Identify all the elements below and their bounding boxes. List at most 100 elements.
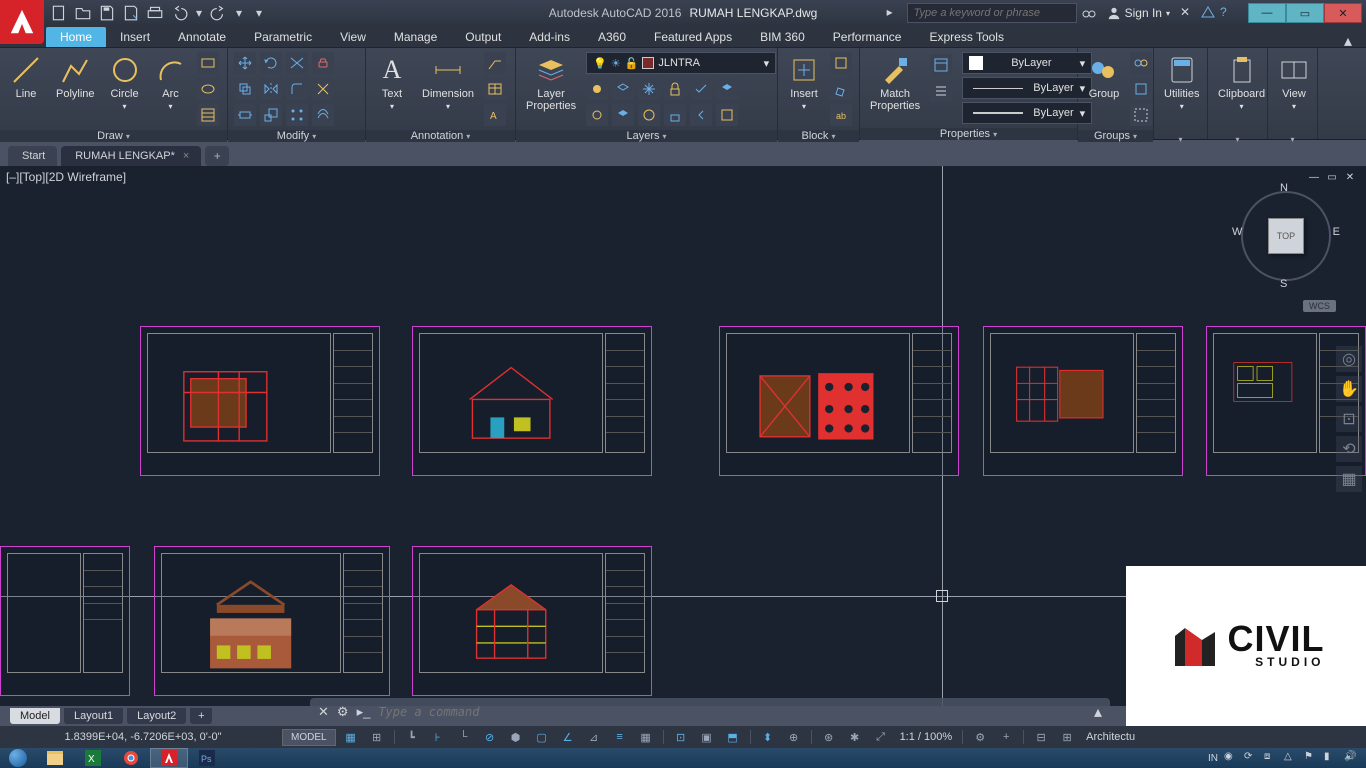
model-paper-toggle[interactable]: MODEL [282,729,336,746]
layer-off-icon[interactable] [586,78,608,100]
layer-iso-icon[interactable] [612,78,634,100]
move-icon[interactable] [234,52,256,74]
annotation-monitor-icon[interactable]: + [995,728,1017,746]
annotation-scale-icon[interactable]: ⤢ [870,728,892,746]
lineweight-dropdown[interactable]: ByLayer▾ [962,102,1092,124]
panel-annotation-label[interactable]: Annotation [366,130,515,142]
panel-modify-label[interactable]: Modify [228,130,365,142]
drawing-sheet[interactable] [154,546,390,696]
isodraft-icon[interactable]: ⬢ [505,728,527,746]
ime-indicator[interactable]: IN [1208,753,1218,764]
erase-icon[interactable] [312,52,334,74]
new-file-tab-button[interactable]: + [205,146,229,166]
autoscale-icon[interactable]: ✱ [844,728,866,746]
linetype-dropdown[interactable]: ByLayer▾ [962,77,1092,99]
table-icon[interactable] [484,78,506,100]
group-button[interactable]: Group [1084,52,1124,102]
tab-addins[interactable]: Add-ins [515,27,584,47]
dimension-tool[interactable]: Dimension▾ [418,52,478,113]
layout-tab-1[interactable]: Layout1 [64,708,123,724]
layout-tab-2[interactable]: Layout2 [127,708,186,724]
orbit-icon[interactable]: ⟲ [1336,436,1362,462]
match-properties-button[interactable]: MatchProperties [866,52,924,114]
drawing-sheet[interactable] [0,546,130,696]
layer-state-icon[interactable] [716,104,738,126]
ortho-icon[interactable]: └ [453,728,475,746]
exchange-icon[interactable]: ✕ [1180,5,1196,21]
hatch-icon[interactable] [197,104,219,126]
array-icon[interactable] [286,104,308,126]
app-menu-button[interactable] [0,0,44,44]
lineweight-toggle-icon[interactable]: ≡ [609,728,631,746]
edit-attr-icon[interactable]: ab [830,104,852,126]
drawing-sheet[interactable] [140,326,380,476]
fillet-icon[interactable] [286,78,308,100]
layer-uniso-icon[interactable] [612,104,634,126]
layer-make-current-icon[interactable] [690,78,712,100]
annotation-scale-value[interactable]: 1:1 / 100% [896,731,957,743]
tab-view[interactable]: View [326,27,380,47]
layer-prev-icon[interactable] [690,104,712,126]
coordinates-display[interactable]: 1.8399E+04, -6.7206E+03, 0'-0" [8,731,278,743]
tray-dropbox-icon[interactable]: ⧈ [1264,751,1278,765]
open-icon[interactable] [74,4,92,22]
copy-icon[interactable] [234,78,256,100]
saveas-icon[interactable] [122,4,140,22]
help-icon[interactable]: ? [1220,5,1236,21]
insert-block-button[interactable]: Insert▾ [784,52,824,113]
tray-action-center-icon[interactable]: ⚑ [1304,751,1318,765]
selection-cycling-icon[interactable]: ⊡ [670,728,692,746]
undo-dropdown-icon[interactable]: ▾ [194,4,204,22]
close-file-icon[interactable]: × [183,150,189,162]
title-search-arrow-icon[interactable]: ▸ [887,5,903,21]
tab-express[interactable]: Express Tools [915,27,1017,47]
drawing-sheet[interactable] [983,326,1183,476]
wcs-badge[interactable]: WCS [1303,300,1336,312]
scale-icon[interactable] [260,104,282,126]
3dosnap-icon[interactable]: ∠ [557,728,579,746]
file-tab-active[interactable]: RUMAH LENGKAP*× [61,146,201,166]
tray-sync-icon[interactable]: ⟳ [1244,751,1258,765]
panel-draw-label[interactable]: Draw [0,130,227,142]
utilities-button[interactable]: Utilities▾ [1160,52,1203,113]
start-button[interactable] [0,748,36,768]
3d-object-snap-icon[interactable]: ▣ [696,728,718,746]
taskbar-explorer-icon[interactable] [36,748,74,768]
tray-volume-icon[interactable]: 🔊 [1344,751,1358,765]
undo-icon[interactable] [170,4,188,22]
explode-icon[interactable] [312,78,334,100]
tab-performance[interactable]: Performance [819,27,916,47]
close-button[interactable]: ✕ [1324,3,1362,23]
new-icon[interactable] [50,4,68,22]
zoom-extents-icon[interactable]: ⊡ [1336,406,1362,432]
trim-icon[interactable] [286,52,308,74]
save-icon[interactable] [98,4,116,22]
panel-groups-label[interactable]: Groups [1078,130,1153,142]
tab-featured[interactable]: Featured Apps [640,27,746,47]
pan-icon[interactable]: ✋ [1336,376,1362,402]
drawing-sheet[interactable] [719,326,959,476]
layout-tab-model[interactable]: Model [10,708,60,724]
qat-more-icon[interactable]: ▾ [250,4,268,22]
units-icon[interactable]: ⊟ [1030,728,1052,746]
tray-a360-icon[interactable]: △ [1284,751,1298,765]
polyline-tool[interactable]: Polyline [52,52,99,102]
infocenter-search-input[interactable] [907,3,1077,23]
showmotion-icon[interactable]: ▦ [1336,466,1362,492]
vp-close-icon[interactable]: ✕ [1342,170,1358,184]
grid-toggle-icon[interactable]: ▦ [340,728,362,746]
mtext-icon[interactable]: A [484,104,506,126]
clipboard-button[interactable]: Clipboard▾ [1214,52,1269,113]
list-icon[interactable] [930,80,952,102]
polar-icon[interactable]: ⊘ [479,728,501,746]
redo-icon[interactable] [210,4,228,22]
transparency-icon[interactable]: ▦ [635,728,657,746]
mirror-icon[interactable] [260,78,282,100]
view-button[interactable]: View▾ [1274,52,1314,113]
command-customize-icon[interactable]: ⚙ [337,704,349,720]
stretch-icon[interactable] [234,104,256,126]
command-recent-icon[interactable]: ▴ [1094,702,1102,722]
tab-manage[interactable]: Manage [380,27,451,47]
tab-bim360[interactable]: BIM 360 [746,27,819,47]
file-tab-start[interactable]: Start [8,146,57,166]
